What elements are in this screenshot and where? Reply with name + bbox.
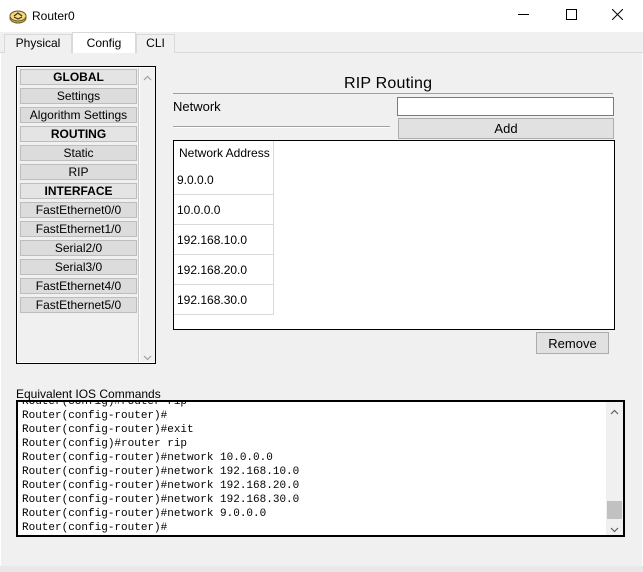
sidebar-item-static[interactable]: Static [20, 145, 137, 161]
minimize-icon [517, 9, 529, 23]
sidebar-item-rip[interactable]: RIP [20, 164, 137, 180]
maximize-icon [565, 9, 577, 23]
ios-commands-box[interactable]: Router(config)#router rip Router(config-r… [16, 400, 625, 537]
rip-title: RIP Routing [344, 75, 433, 92]
sidebar-header-routing: ROUTING [20, 126, 137, 142]
ios-command-line: Router(config-router)#network 10.0.0.0 [22, 452, 273, 464]
window-bottom-edge [0, 566, 643, 572]
tab-config[interactable]: Config [72, 32, 136, 54]
ios-command-line: Router(config-router)# [22, 522, 168, 534]
tab-strip: Physical Config CLI [0, 32, 643, 54]
sidebar-item-fastethernet4-0[interactable]: FastEthernet4/0 [20, 278, 137, 294]
ios-command-line: Router(config-router)#network 192.168.10… [22, 466, 300, 478]
maximize-button[interactable] [548, 0, 594, 32]
title-divider [173, 93, 613, 94]
ios-command-line: Router(config)#router rip [22, 438, 188, 450]
title-bar: Router0 [0, 0, 643, 32]
ios-command-line: Router(config)#router rip [22, 400, 188, 408]
router-icon [9, 8, 27, 24]
sidebar-header-global: GLOBAL [20, 69, 137, 85]
chevron-down-icon[interactable] [610, 523, 619, 533]
tab-physical[interactable]: Physical [4, 34, 72, 53]
ios-scrollbar[interactable] [606, 402, 623, 535]
sidebar-item-serial2-0[interactable]: Serial2/0 [20, 240, 137, 256]
ios-scroll-thumb[interactable] [607, 501, 622, 519]
ios-command-line: Router(config-router)#network 192.168.30… [22, 494, 300, 506]
sidebar-scrollbar[interactable] [140, 68, 155, 362]
ios-command-line: Router(config-router)#network 192.168.20… [22, 480, 300, 492]
sidebar-item-fastethernet5-0[interactable]: FastEthernet5/0 [20, 297, 137, 313]
network-row[interactable]: 10.0.0.0 [174, 195, 274, 225]
ios-commands-text: Router(config)#router rip Router(config-r… [22, 400, 602, 535]
network-divider [173, 126, 390, 128]
sidebar-item-fastethernet1-0[interactable]: FastEthernet1/0 [20, 221, 137, 237]
ios-command-line: Router(config-router)# [22, 410, 168, 422]
sidebar-list: GLOBAL Settings Algorithm Settings ROUTI… [18, 68, 139, 362]
network-table: Network Address 9.0.0.0 10.0.0.0 192.168… [173, 140, 615, 330]
minimize-button[interactable] [500, 0, 546, 32]
tab-cli[interactable]: CLI [136, 34, 175, 53]
network-row[interactable]: 9.0.0.0 [174, 165, 274, 195]
sidebar-item-serial3-0[interactable]: Serial3/0 [20, 259, 137, 275]
network-row[interactable]: 192.168.10.0 [174, 225, 274, 255]
sidebar-item-algorithm-settings[interactable]: Algorithm Settings [20, 107, 137, 123]
add-button[interactable]: Add [398, 118, 614, 139]
close-button[interactable] [594, 0, 640, 32]
network-input[interactable] [397, 97, 614, 116]
ios-commands-label: Equivalent IOS Commands [16, 387, 161, 401]
network-label: Network [173, 99, 221, 114]
network-row[interactable]: 192.168.30.0 [174, 285, 274, 315]
sidebar: GLOBAL Settings Algorithm Settings ROUTI… [16, 66, 156, 364]
network-address-header: Network Address [174, 141, 274, 165]
network-row[interactable]: 192.168.20.0 [174, 255, 274, 285]
sidebar-item-settings[interactable]: Settings [20, 88, 137, 104]
sidebar-item-fastethernet0-0[interactable]: FastEthernet0/0 [20, 202, 137, 218]
remove-button[interactable]: Remove [536, 332, 609, 354]
window-title: Router0 [32, 9, 75, 23]
chevron-up-icon[interactable] [143, 72, 152, 81]
ios-command-line: Router(config-router)#network 9.0.0.0 [22, 508, 267, 520]
ios-command-line: Router(config-router)#exit [22, 424, 194, 436]
chevron-down-icon[interactable] [143, 351, 152, 361]
close-icon [611, 8, 623, 23]
sidebar-header-interface: INTERFACE [20, 183, 137, 199]
chevron-up-icon[interactable] [610, 406, 619, 415]
